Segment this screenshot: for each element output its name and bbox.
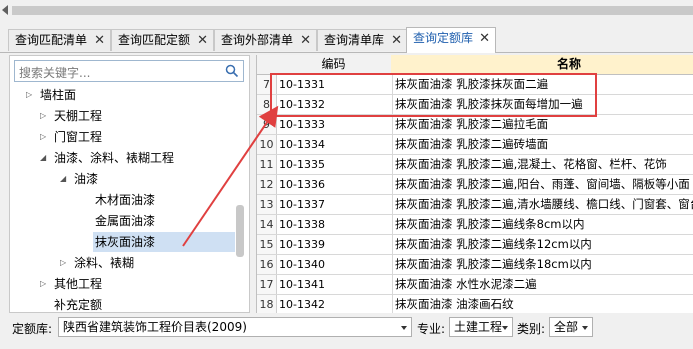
quota-library-label: 定额库:: [12, 322, 53, 336]
category-select[interactable]: 全部: [549, 317, 593, 337]
chevron-down-icon[interactable]: [401, 326, 407, 330]
category-label: 类别:: [517, 322, 546, 336]
annotation-arrow: [182, 105, 279, 247]
filter-bar: 定额库: 陕西省建筑装饰工程价目表(2009) 专业: 土建工程 类别: 全部: [0, 313, 693, 349]
chevron-down-icon[interactable]: [502, 326, 508, 330]
quota-library-select[interactable]: 陕西省建筑装饰工程价目表(2009): [58, 317, 412, 337]
major-select[interactable]: 土建工程: [449, 317, 513, 337]
major-label: 专业:: [417, 322, 446, 336]
chevron-down-icon[interactable]: [582, 326, 588, 330]
